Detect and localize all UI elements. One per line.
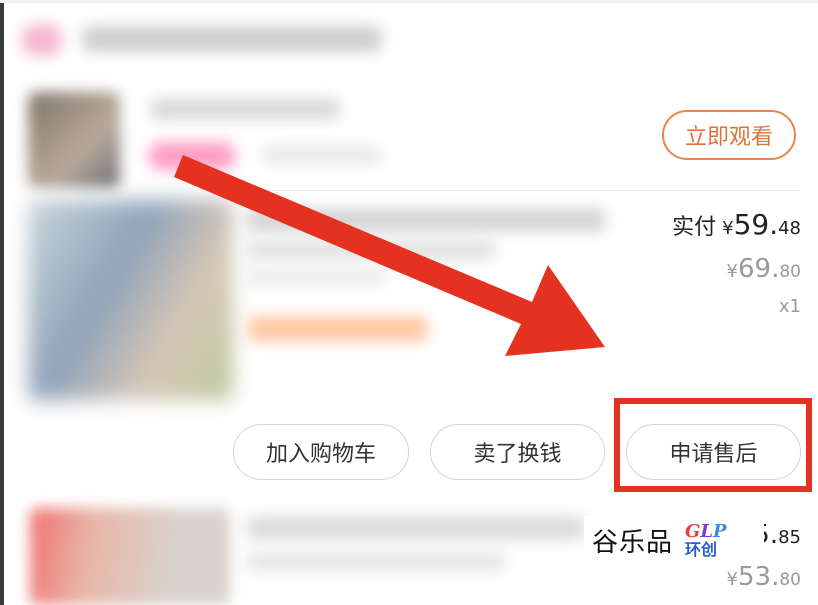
annotation-arrow-icon [174,155,605,356]
annotation-arrow-shape [174,155,605,356]
